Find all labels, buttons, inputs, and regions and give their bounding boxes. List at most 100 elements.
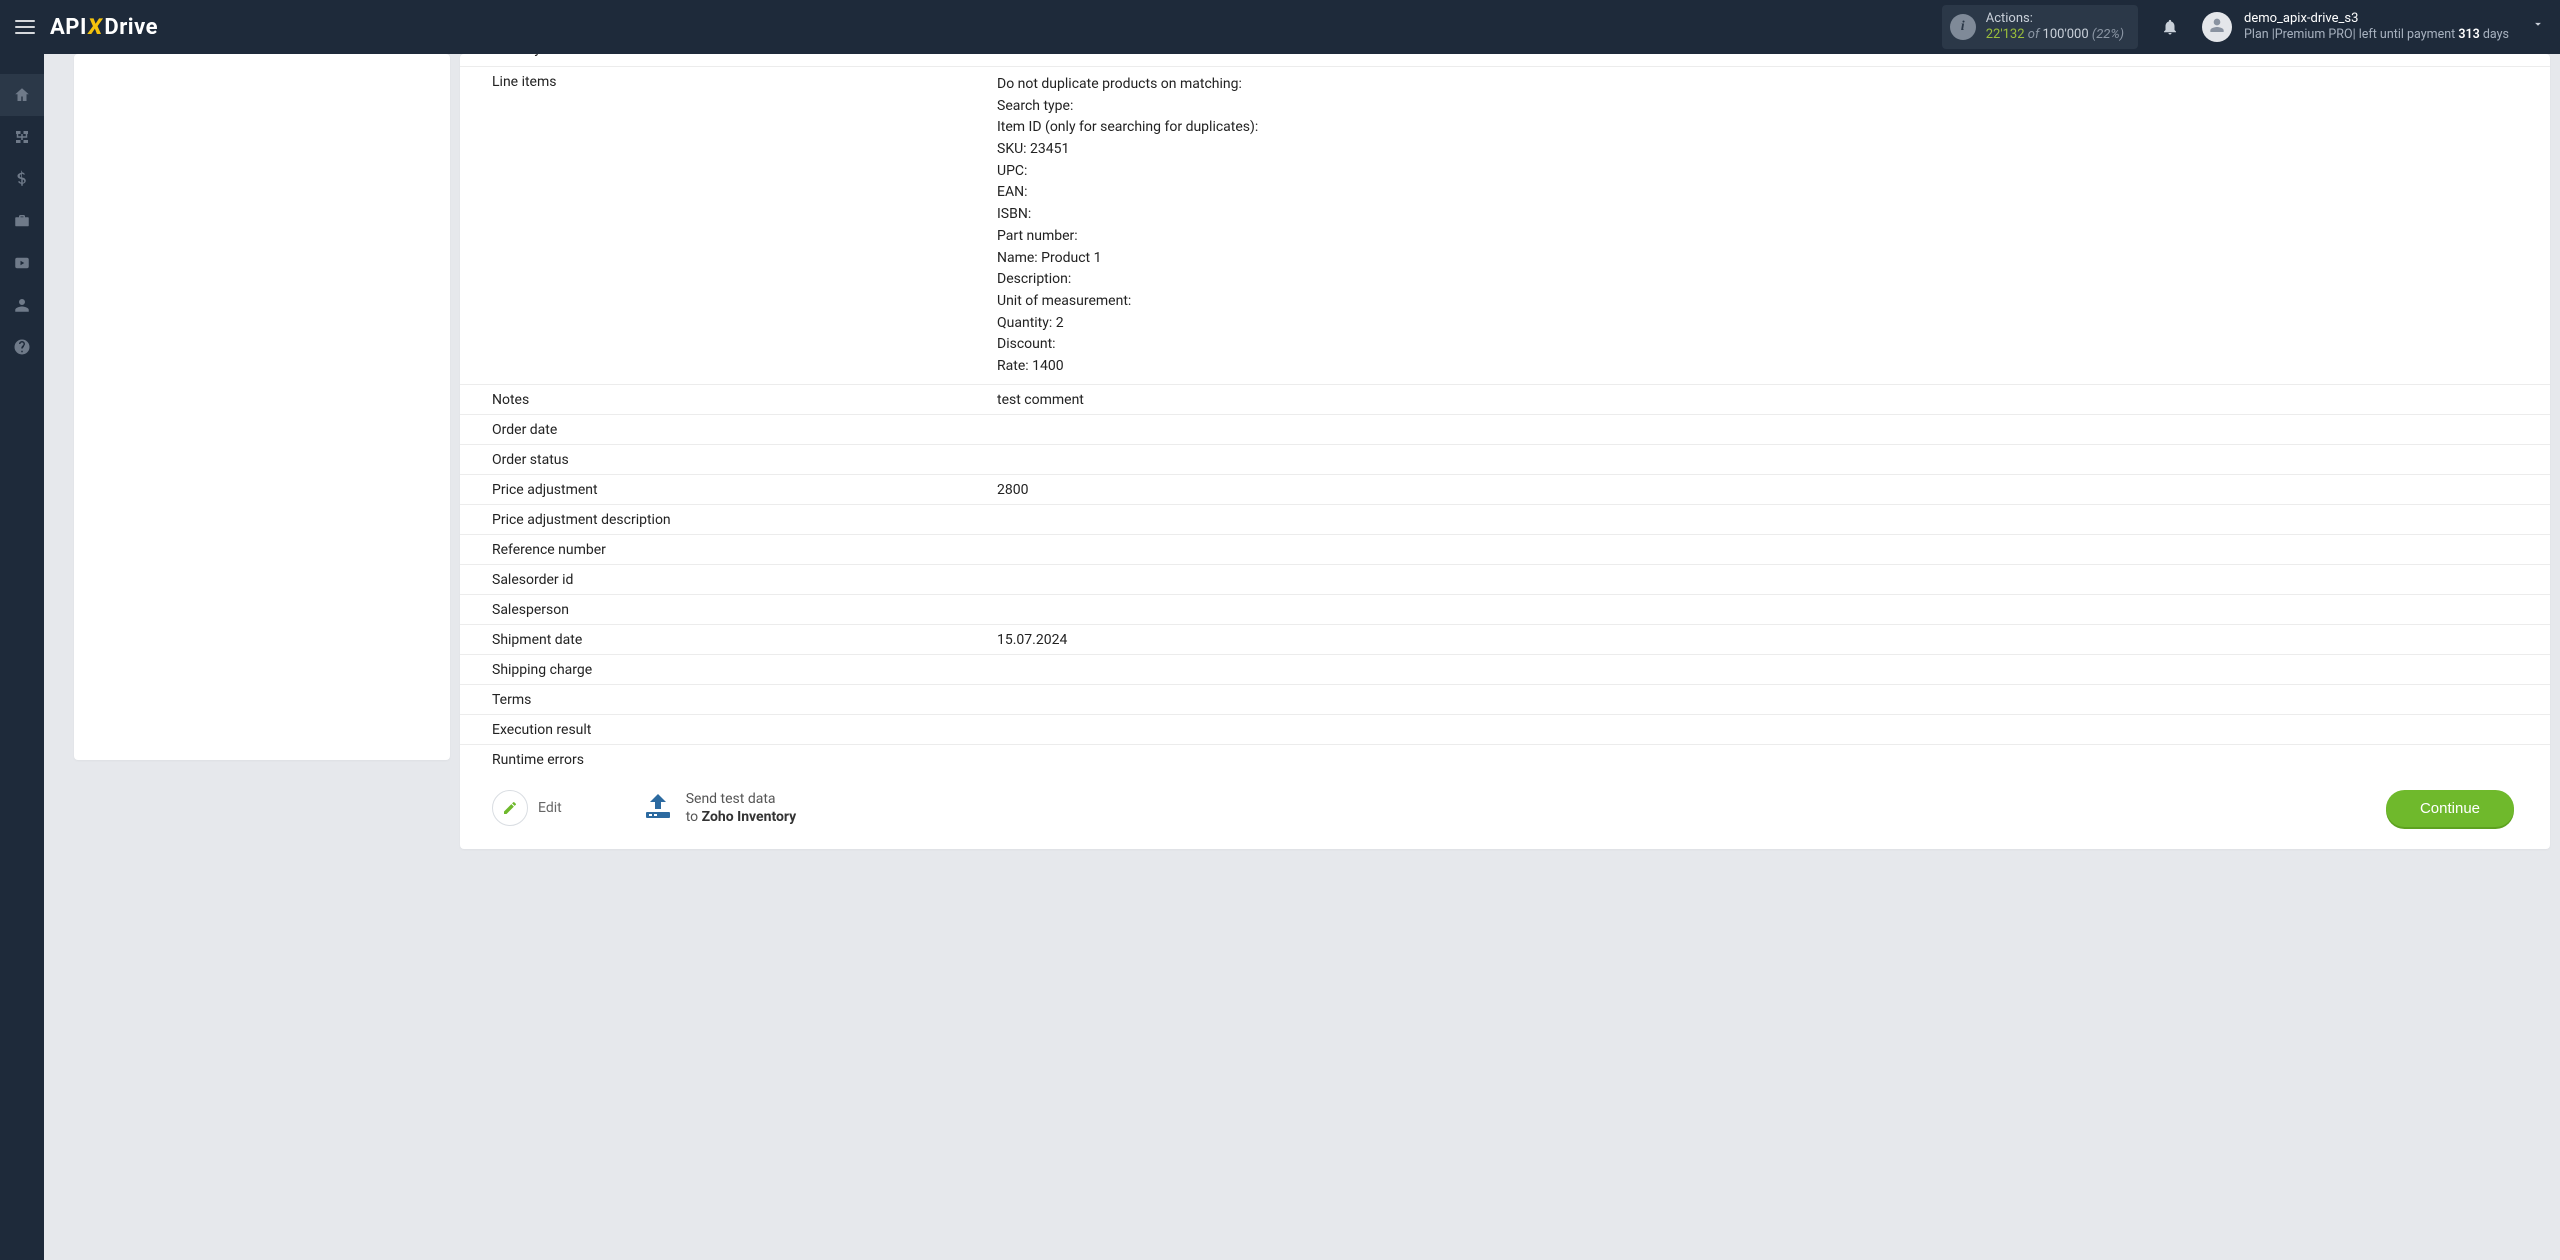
table-row: Reference number bbox=[460, 535, 2550, 565]
line-item-line: Do not duplicate products on matching: bbox=[997, 74, 2538, 96]
username: demo_apix-drive_s3 bbox=[2244, 11, 2509, 27]
logo[interactable]: API X Drive bbox=[50, 15, 158, 40]
line-item-line: Quantity: 2 bbox=[997, 313, 2538, 335]
account-icon bbox=[13, 296, 31, 314]
row-label: Reference number bbox=[492, 541, 997, 558]
line-item-line: SKU: 23451 bbox=[997, 139, 2538, 161]
sidebar-item-connections[interactable] bbox=[0, 116, 44, 158]
table-row: Shipment date15.07.2024 bbox=[460, 625, 2550, 655]
table-row: Order date bbox=[460, 415, 2550, 445]
logo-text-api: API bbox=[50, 15, 87, 40]
line-item-line: EAN: bbox=[997, 182, 2538, 204]
row-value: 15.07.2024 bbox=[997, 631, 2538, 648]
row-value: Do not duplicate products on matching:Se… bbox=[997, 73, 2538, 378]
row-value bbox=[997, 541, 2538, 542]
line-item-line: Item ID (only for searching for duplicat… bbox=[997, 117, 2538, 139]
row-value: 2800 bbox=[997, 481, 2538, 498]
user-icon bbox=[2207, 17, 2227, 37]
pencil-icon bbox=[502, 800, 518, 816]
table-row: Terms bbox=[460, 685, 2550, 715]
table-row: Delivery method bbox=[460, 54, 2550, 67]
left-sidebar bbox=[0, 54, 44, 1260]
table-row: Notestest comment bbox=[460, 385, 2550, 415]
row-value bbox=[997, 511, 2538, 512]
notifications-button[interactable] bbox=[2156, 18, 2184, 36]
connections-icon bbox=[13, 128, 31, 146]
line-item-line: Search type: bbox=[997, 96, 2538, 118]
row-label: Price adjustment bbox=[492, 481, 997, 498]
row-label: Execution result bbox=[492, 721, 997, 738]
table-row: Salesperson bbox=[460, 595, 2550, 625]
row-value bbox=[997, 601, 2538, 602]
edit-label: Edit bbox=[538, 800, 562, 816]
row-value bbox=[997, 451, 2538, 452]
plan-info: Plan |Premium PRO| left until payment 31… bbox=[2244, 27, 2509, 43]
row-value bbox=[997, 691, 2538, 692]
actions-pct: (22%) bbox=[2092, 27, 2124, 42]
home-icon bbox=[13, 86, 31, 104]
row-value bbox=[997, 751, 2538, 752]
line-item-line: ISBN: bbox=[997, 204, 2538, 226]
sidebar-item-billing[interactable] bbox=[0, 158, 44, 200]
page-content: Delivery method Line itemsDo not duplicat… bbox=[44, 54, 2560, 1260]
table-row: Order status bbox=[460, 445, 2550, 475]
row-value: test comment bbox=[997, 391, 2538, 408]
logo-text-x: X bbox=[86, 15, 104, 40]
row-value bbox=[997, 571, 2538, 572]
table-row: Price adjustment description bbox=[460, 505, 2550, 535]
chevron-down-icon bbox=[2531, 17, 2545, 31]
row-value bbox=[997, 721, 2538, 722]
dollar-icon bbox=[13, 170, 31, 188]
row-label: Runtime errors bbox=[492, 751, 997, 768]
menu-toggle[interactable] bbox=[10, 12, 40, 42]
user-menu[interactable]: demo_apix-drive_s3 Plan |Premium PRO| le… bbox=[2202, 11, 2545, 43]
actions-bar: Edit Send test data to Zoho Inventory Co… bbox=[460, 774, 2550, 837]
actions-count: 22'132 bbox=[1986, 27, 2025, 42]
sidebar-item-home[interactable] bbox=[0, 74, 44, 116]
continue-button[interactable]: Continue bbox=[2386, 790, 2514, 827]
top-header: API X Drive i Actions: 22'132 of 100'000… bbox=[0, 0, 2560, 54]
table-row: Price adjustment2800 bbox=[460, 475, 2550, 505]
row-label: Shipping charge bbox=[492, 661, 997, 678]
youtube-icon bbox=[13, 254, 31, 272]
sidebar-item-video[interactable] bbox=[0, 242, 44, 284]
send-test-data-button[interactable]: Send test data to Zoho Inventory bbox=[642, 790, 797, 826]
table-row: Execution result bbox=[460, 715, 2550, 745]
row-label: Delivery method bbox=[492, 54, 997, 57]
send-line2: to Zoho Inventory bbox=[686, 808, 797, 826]
line-item-line: Rate: 1400 bbox=[997, 356, 2538, 378]
user-menu-chevron[interactable] bbox=[2531, 17, 2545, 37]
logo-text-drive: Drive bbox=[104, 15, 158, 40]
right-panel: Delivery method Line itemsDo not duplicat… bbox=[460, 54, 2550, 849]
sidebar-item-briefcase[interactable] bbox=[0, 200, 44, 242]
sidebar-item-account[interactable] bbox=[0, 284, 44, 326]
row-value bbox=[997, 421, 2538, 422]
data-table: Delivery method Line itemsDo not duplicat… bbox=[460, 54, 2550, 774]
row-label: Shipment date bbox=[492, 631, 997, 648]
row-label: Order status bbox=[492, 451, 997, 468]
row-label: Line items bbox=[492, 73, 997, 90]
table-row: Line itemsDo not duplicate products on m… bbox=[460, 67, 2550, 385]
row-label: Salesorder id bbox=[492, 571, 997, 588]
actions-label: Actions: bbox=[1986, 11, 2124, 27]
left-panel bbox=[74, 54, 450, 760]
actions-total: 100'000 bbox=[2043, 27, 2089, 42]
table-row: Salesorder id bbox=[460, 565, 2550, 595]
line-item-line: Part number: bbox=[997, 226, 2538, 248]
line-item-line: UPC: bbox=[997, 161, 2538, 183]
table-row: Shipping charge bbox=[460, 655, 2550, 685]
row-label: Order date bbox=[492, 421, 997, 438]
row-label: Salesperson bbox=[492, 601, 997, 618]
actions-counter[interactable]: i Actions: 22'132 of 100'000 (22%) bbox=[1942, 5, 2138, 50]
row-label: Price adjustment description bbox=[492, 511, 997, 528]
bell-icon bbox=[2161, 18, 2179, 36]
edit-button[interactable]: Edit bbox=[492, 790, 562, 826]
table-row: Runtime errors bbox=[460, 745, 2550, 774]
info-icon: i bbox=[1950, 14, 1976, 40]
sidebar-item-help[interactable] bbox=[0, 326, 44, 368]
help-icon bbox=[13, 338, 31, 356]
actions-text: Actions: 22'132 of 100'000 (22%) bbox=[1986, 11, 2124, 44]
row-value bbox=[997, 661, 2538, 662]
avatar bbox=[2202, 12, 2232, 42]
row-label: Notes bbox=[492, 391, 997, 408]
